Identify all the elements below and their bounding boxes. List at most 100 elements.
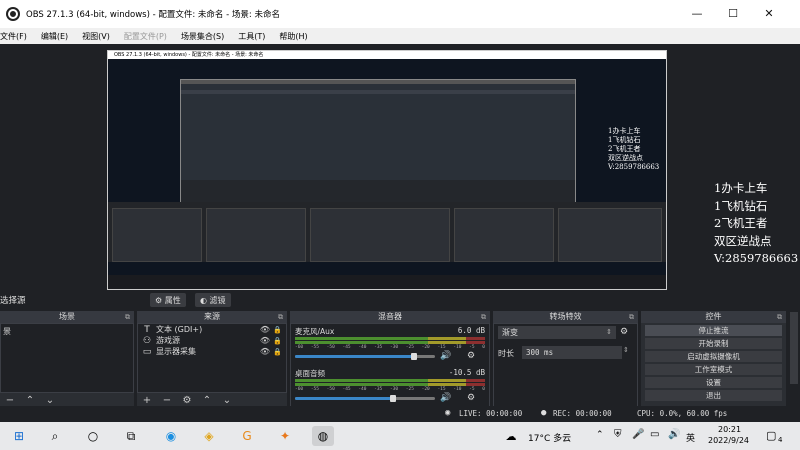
app-owl-icon[interactable]: ◈ — [198, 426, 220, 446]
nested-dock — [454, 208, 554, 262]
text-source-icon: T — [144, 324, 150, 335]
obs-logo-icon — [6, 7, 20, 21]
source-item[interactable]: ▭ 显示器采集 👁 🔒 — [138, 346, 286, 357]
start-recording-button[interactable]: 开始录制 — [645, 338, 782, 349]
lock-icon[interactable]: 🔒 — [273, 337, 282, 345]
studio-mode-button[interactable]: 工作室模式 — [645, 364, 782, 375]
spinner-icon[interactable]: ⇕ — [623, 346, 629, 354]
volume-knob[interactable] — [411, 353, 417, 360]
nested-strip — [181, 90, 575, 94]
menu-file[interactable]: 文件(F) — [0, 31, 27, 42]
settings-button[interactable]: 设置 — [645, 377, 782, 388]
sources-list: T 文本 (GDI+) 👁 🔒 ⚇ 游戏源 👁 🔒 ▭ 显示器采集 👁 🔒 — [137, 323, 287, 393]
menu-tools[interactable]: 工具(T) — [238, 31, 265, 42]
volume-slider[interactable] — [295, 353, 435, 360]
move-down-icon[interactable]: ⌄ — [217, 395, 237, 406]
scene-item[interactable]: 景 — [1, 324, 133, 339]
menu-help[interactable]: 帮助(H) — [279, 31, 307, 42]
volume-icon[interactable]: 🔊 — [668, 429, 680, 440]
filters-button[interactable]: ◐ 滤镜 — [195, 293, 231, 307]
gear-icon[interactable]: ⚙ — [467, 393, 475, 403]
audio-meter — [295, 383, 485, 386]
stop-streaming-button[interactable]: 停止推流 — [645, 325, 782, 336]
clock-time[interactable]: 20:21 — [718, 425, 741, 434]
close-button[interactable]: ✕ — [754, 4, 784, 22]
scenes-header: 场景 ⧉ — [0, 311, 134, 323]
preview-canvas[interactable]: OBS 27.1.3 (64-bit, windows) - 配置文件: 未命名… — [107, 50, 667, 290]
overlay-line: 2飞机王者 — [714, 216, 768, 230]
search-icon[interactable]: ⌕ — [44, 426, 66, 446]
menu-view[interactable]: 视图(V) — [82, 31, 110, 42]
source-item[interactable]: T 文本 (GDI+) 👁 🔒 — [138, 324, 286, 335]
minimize-button[interactable]: — — [682, 4, 712, 22]
preview-overlay-text: 1办卡上车 1飞机钻石 2飞机王者 双区逆战点 V:2859786663 — [608, 127, 660, 171]
speaker-icon[interactable]: 🔊 — [440, 351, 451, 361]
edge-browser-icon[interactable]: ◉ — [160, 426, 182, 446]
transitions-header: 转场特效 ⧉ — [493, 311, 638, 323]
notification-icon[interactable]: ▢ — [766, 429, 776, 442]
properties-button[interactable]: ⚙ 属性 — [150, 293, 186, 307]
move-down-icon[interactable]: ⌄ — [40, 395, 60, 406]
volume-fill — [295, 397, 393, 400]
maximize-button[interactable]: ☐ — [718, 4, 748, 22]
volume-fill — [295, 355, 414, 358]
controls-scrollbar[interactable] — [790, 312, 798, 384]
volume-slider[interactable] — [295, 395, 435, 402]
microphone-icon[interactable]: 🎤 — [632, 429, 644, 440]
speaker-icon[interactable]: 🔊 — [440, 393, 451, 403]
ime-indicator[interactable]: 英 — [686, 431, 695, 444]
shield-icon[interactable]: ⛨ — [614, 429, 622, 440]
source-properties-gear-icon[interactable]: ⚙ — [177, 395, 197, 406]
move-up-icon[interactable]: ⌃ — [197, 395, 217, 406]
move-up-icon[interactable]: ⌃ — [20, 395, 40, 406]
remove-scene-button[interactable]: − — [0, 395, 20, 406]
visibility-eye-icon[interactable]: 👁 — [260, 336, 270, 345]
detach-icon[interactable]: ⧉ — [278, 311, 283, 323]
status-bar: ◉ LIVE: 00:00:00 ● REC: 00:00:00 CPU: 0.… — [0, 406, 800, 422]
audio-meter — [295, 341, 485, 344]
app-orange-icon[interactable]: ✦ — [274, 426, 296, 446]
windows-start-icon[interactable]: ⊞ — [8, 426, 30, 446]
visibility-eye-icon[interactable]: 👁 — [260, 347, 270, 356]
controls-header: 控件 ⧉ — [641, 311, 786, 323]
volume-knob[interactable] — [390, 395, 396, 402]
menu-edit[interactable]: 编辑(E) — [41, 31, 68, 42]
source-item[interactable]: ⚇ 游戏源 👁 🔒 — [138, 335, 286, 346]
lock-icon[interactable]: 🔒 — [273, 326, 282, 334]
audio-meter — [295, 379, 485, 382]
duration-input[interactable]: 300 ms — [522, 346, 622, 359]
mixer-channel-mic: 麦克风/Aux 6.0 dB -60 -55 -50 -45 -40 -35 -30 -25-… — [295, 326, 485, 364]
stream-status-icon: ◉ — [445, 408, 451, 418]
menu-scene-collection[interactable]: 场景集合(S) — [181, 31, 224, 42]
start-virtual-camera-button[interactable]: 启动虚拟摄像机 — [645, 351, 782, 362]
gear-icon[interactable]: ⚙ — [467, 351, 475, 361]
remove-source-button[interactable]: − — [157, 395, 177, 406]
detach-icon[interactable]: ⧉ — [777, 311, 782, 323]
add-source-button[interactable]: + — [137, 395, 157, 406]
lock-icon[interactable]: 🔒 — [273, 348, 282, 356]
cortana-icon[interactable]: ○ — [82, 426, 104, 446]
nested-dock — [558, 208, 662, 262]
detach-icon[interactable]: ⧉ — [481, 311, 486, 323]
nested-dock — [310, 208, 450, 262]
weather-text[interactable]: 17°C 多云 — [528, 431, 571, 444]
transition-select[interactable]: 渐变 ⇕ — [498, 326, 616, 339]
task-view-icon[interactable]: ⧉ — [120, 426, 142, 446]
tray-chevron-icon[interactable]: ⌃ — [596, 430, 604, 440]
menu-profile[interactable]: 配置文件(P) — [124, 31, 167, 42]
gear-icon[interactable]: ⚙ — [620, 327, 628, 337]
app-g-icon[interactable]: G — [236, 426, 258, 446]
mixer-dock: 混音器 ⧉ 麦克风/Aux 6.0 dB -60 -55 -50 -45 -40 -35-… — [290, 311, 490, 407]
network-icon[interactable]: ▭ — [650, 429, 659, 440]
clock-date[interactable]: 2022/9/24 — [708, 436, 749, 445]
detach-icon[interactable]: ⧉ — [125, 311, 130, 323]
obs-taskbar-icon[interactable]: ◍ — [312, 426, 334, 446]
channel-name: 麦克风/Aux — [295, 327, 335, 336]
visibility-eye-icon[interactable]: 👁 — [260, 325, 270, 334]
detach-icon[interactable]: ⧉ — [629, 311, 634, 323]
mixer-header: 混音器 ⧉ — [290, 311, 490, 323]
exit-button[interactable]: 退出 — [645, 390, 782, 401]
overlay-text-block: 1办卡上车 1飞机钻石 2飞机王者 双区逆战点 V:2859786663 — [714, 180, 798, 268]
filter-icon: ◐ — [200, 295, 210, 305]
preview-nested-window — [180, 79, 576, 208]
